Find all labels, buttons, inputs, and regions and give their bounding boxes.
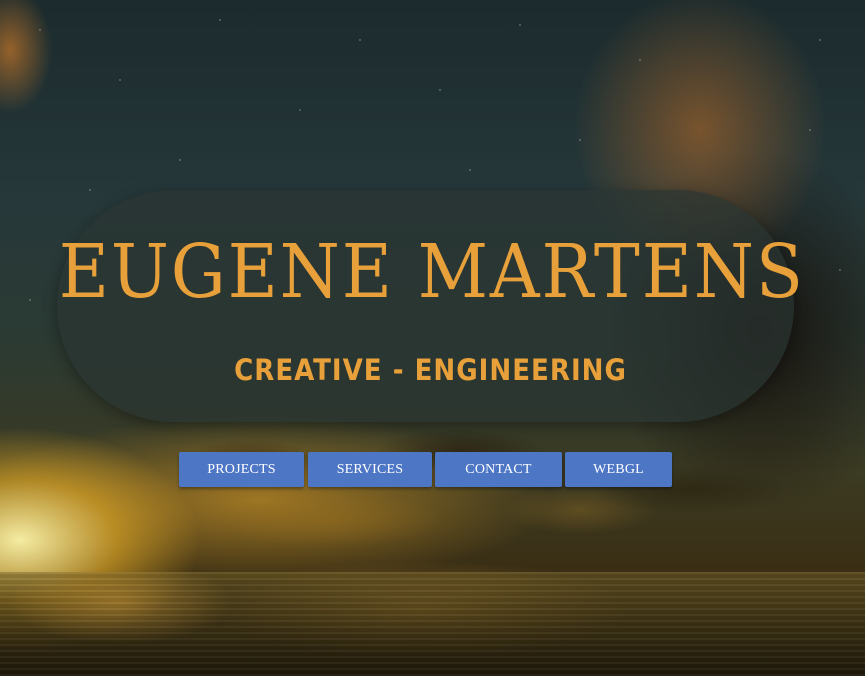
webgl-button[interactable]: WEBGL (565, 452, 672, 487)
services-button[interactable]: SERVICES (308, 452, 432, 487)
background-scene: EUGENE MARTENS CREATIVE - ENGINEERING PR… (0, 0, 865, 676)
main-nav: PROJECTS SERVICES CONTACT WEBGL (0, 452, 865, 488)
contact-button[interactable]: CONTACT (435, 452, 562, 487)
hero-title: EUGENE MARTENS (58, 229, 805, 315)
water-reflection (0, 572, 865, 676)
hero-subtitle: CREATIVE - ENGINEERING (234, 353, 627, 387)
projects-button[interactable]: PROJECTS (179, 452, 304, 487)
